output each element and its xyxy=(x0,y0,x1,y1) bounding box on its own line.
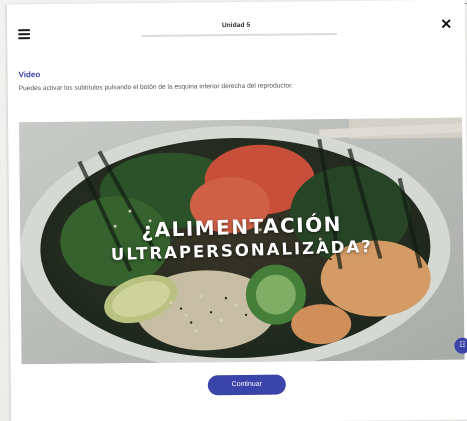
unit-title: Unidad 5 xyxy=(221,21,251,30)
continue-button[interactable]: Continuar xyxy=(207,374,286,396)
photo-scene: Unidad 5 ✕ Video Puedes activar los subt… xyxy=(0,0,467,421)
instructions-text: Puedes activar los subtítulos pulsando e… xyxy=(18,82,293,93)
section-label: Video xyxy=(18,70,41,80)
top-bar: Unidad 5 ✕ xyxy=(7,0,465,48)
subtitles-icon[interactable]: ☷ xyxy=(454,337,467,354)
video-player[interactable]: ¿ALIMENTACIÓN ULTRAPERSONALIZADA? xyxy=(19,117,465,365)
close-icon[interactable]: ✕ xyxy=(440,16,452,32)
unit-progress-bar xyxy=(141,32,338,37)
app-screen: Unidad 5 ✕ Video Puedes activar los subt… xyxy=(5,0,467,421)
